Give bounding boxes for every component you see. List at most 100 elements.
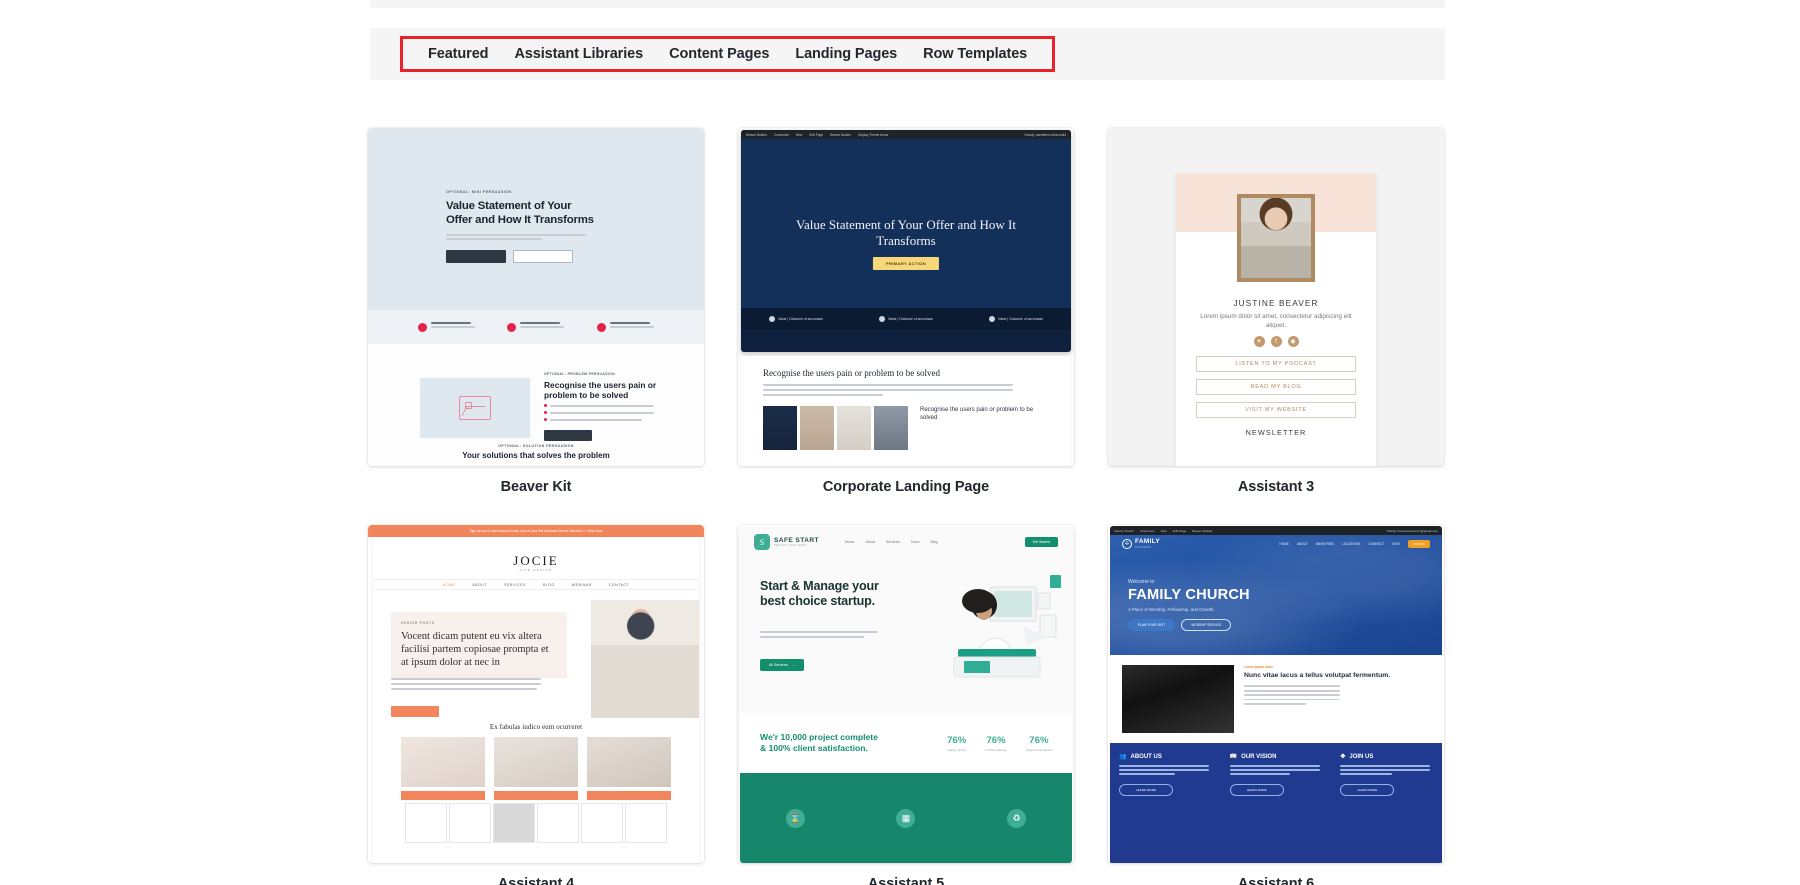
nav-item-blog: Blog [930, 540, 938, 544]
nav-item-blog: BLOG [542, 582, 555, 587]
template-picker-page: Featured Assistant Libraries Content Pag… [0, 0, 1800, 885]
preview-root: S SAFE START HEALTHY SAFE WORK Home Abou… [738, 525, 1074, 863]
preview-nav: HOME ABOUT SERVICES BLOG WEBINAR CONTACT [373, 579, 699, 590]
arrow-icon: → [791, 663, 796, 667]
preview-hero: SENIOR PHOTO Vocent dicam putent eu vix … [373, 590, 699, 718]
tab-content-pages[interactable]: Content Pages [656, 39, 782, 69]
preview-sheet: JOCIE SITE DESIGN HOME ABOUT SERVICES BL… [373, 537, 699, 863]
admin-bar-item: Beaver Builder [1192, 528, 1213, 533]
shield-icon: ♻ [1007, 808, 1027, 828]
gallery-image [837, 406, 871, 450]
template-grid: OPTIONAL: MINI PERSUASION Value Statemen… [368, 128, 1448, 885]
preview-subtext [446, 234, 596, 241]
preview-cta-button [544, 430, 592, 441]
preview-body: OPTIONAL: PROBLEM PERSUASION Recognise t… [368, 344, 704, 466]
stat-label: Projects Completed [1025, 747, 1052, 752]
nav-item-give: GIVE [1392, 542, 1400, 546]
template-card-assistant-4[interactable]: Sign up now & claim discount code now on… [368, 525, 704, 885]
preview-list-item [544, 404, 662, 407]
preview-browser-frame: Beaver Builder Customize New Edit Page B… [741, 130, 1071, 352]
tab-row-templates[interactable]: Row Templates [910, 39, 1040, 69]
section-eyebrow: Lorem ipsum dolor [1244, 665, 1273, 669]
template-card-assistant-3[interactable]: JUSTINE BEAVER Lorem ipsum dolor sit ame… [1108, 128, 1444, 519]
admin-bar-user: Howdy, themeforesxxxxx@gmail.com [1386, 528, 1438, 533]
stat-item: 76% Projects Completed [1026, 735, 1052, 752]
preview-section-headline: Recognise the users pain or problem to b… [544, 380, 657, 400]
tab-landing-pages[interactable]: Landing Pages [782, 39, 910, 69]
preview-strip-item: Value | Outcome of accumsan [878, 316, 934, 322]
grid-cell [537, 803, 579, 843]
admin-bar-left: Beaver Builder Customize New Edit Page B… [746, 133, 888, 137]
preview-list-item [544, 411, 662, 414]
preview-body-text [760, 631, 880, 638]
template-card-corporate-landing-page[interactable]: Beaver Builder Customize New Edit Page B… [738, 128, 1074, 519]
preview-hero-panel: SENIOR PHOTO Vocent dicam putent eu vix … [391, 612, 567, 678]
stat-label: Positive Ratings [985, 747, 1007, 752]
admin-bar-right: Howdy, userfdemo.boss.build [1024, 133, 1066, 137]
grid-cell [625, 803, 667, 843]
stat-item: 76% Positive Ratings [985, 735, 1007, 752]
preview-logo-sub: SITE DESIGN [519, 568, 553, 572]
template-category-tabs: Featured Assistant Libraries Content Pag… [400, 36, 1056, 72]
preview-body: Recognise the users pain or problem to b… [741, 356, 1071, 466]
announcement-text: Sign up now & claim discount code now on… [469, 529, 603, 533]
tab-featured[interactable]: Featured [415, 39, 501, 69]
card-image [494, 737, 578, 787]
column-button: LEARN MORE [1340, 783, 1395, 796]
admin-bar-item: Customize [773, 132, 789, 137]
tab-assistant-libraries[interactable]: Assistant Libraries [501, 39, 656, 69]
nav-item-home: Home [844, 540, 855, 544]
admin-bar-item: Beaver Builder [746, 132, 767, 137]
preview-headline: Value Statement of Your Offer and How It… [446, 200, 594, 226]
admin-bar-item: Family Church [1114, 528, 1134, 533]
nav-item-services: Services [885, 540, 900, 544]
wp-admin-bar: Beaver Builder Customize New Edit Page B… [741, 130, 1071, 139]
template-card-beaver-kit[interactable]: OPTIONAL: MINI PERSUASION Value Statemen… [368, 128, 704, 519]
card-label-bar [494, 791, 578, 800]
strip-item-label: Value | Outcome of accumsan [887, 317, 934, 321]
card-label-bar [587, 791, 671, 800]
preview-newsletter-heading: NEWSLETTER [1245, 428, 1307, 437]
preview-card [401, 737, 485, 800]
preview-headline: Start & Manage your best choice startup. [760, 579, 879, 608]
admin-bar-item: New [795, 132, 803, 137]
column-title: ABOUT US [1130, 753, 1162, 760]
preview-hero-buttons: PLAN YOUR VISIT WORSHIP SERVICE [1128, 619, 1232, 631]
safe-start-logo-icon: S [754, 534, 770, 550]
preview-image-placeholder [420, 378, 530, 438]
gallery-image [763, 406, 797, 450]
grid-cell [493, 803, 535, 843]
template-label: Assistant 5 [867, 876, 945, 885]
preview-root: Family Church Customize New Edit Page Be… [1108, 525, 1444, 863]
logo-subtext: HEALTHY SAFE WORK [774, 544, 807, 547]
preview-headline: FAMILY CHURCH [1128, 587, 1250, 603]
workspace-illustration-svg [953, 575, 1061, 678]
preview-hero: OPTIONAL: MINI PERSUASION Value Statemen… [368, 128, 704, 310]
nav-item-webinar: WEBINAR [571, 582, 592, 587]
preview-nav-button: Get Started [1024, 537, 1058, 547]
check-icon [596, 323, 606, 332]
card-label-bar [401, 791, 485, 800]
template-thumbnail[interactable]: Sign up now & claim discount code now on… [368, 525, 704, 863]
template-thumbnail[interactable]: Beaver Builder Customize New Edit Page B… [738, 128, 1074, 466]
preview-subheadline: A Place of Worship, Fellowship, and Grow… [1128, 607, 1215, 612]
admin-bar-item: Beaver Builder [830, 132, 852, 137]
preview-cta-button: All Services → [760, 659, 805, 671]
nav-item-ministries: MINISTRIES [1315, 542, 1335, 546]
card-image [401, 737, 485, 787]
nav-item-home: HOME [442, 582, 456, 587]
template-thumbnail[interactable]: OPTIONAL: MINI PERSUASION Value Statemen… [368, 128, 704, 466]
preview-feature-item [596, 322, 654, 332]
template-thumbnail[interactable]: Family Church Customize New Edit Page Be… [1108, 525, 1444, 863]
preview-section-headline: Ex fabulas iudico eum ocurreret [489, 723, 583, 731]
preview-hero-content: OPTIONAL: MINI PERSUASION Value Statemen… [446, 190, 596, 264]
preview-welcome-text: Welcome to [1128, 579, 1155, 585]
template-card-assistant-5[interactable]: S SAFE START HEALTHY SAFE WORK Home Abou… [738, 525, 1074, 885]
template-thumbnail[interactable]: S SAFE START HEALTHY SAFE WORK Home Abou… [738, 525, 1074, 863]
preview-bottom-grid [405, 803, 667, 843]
template-card-assistant-6[interactable]: Family Church Customize New Edit Page Be… [1108, 525, 1444, 885]
nav-item-home: HOME [1279, 542, 1289, 546]
template-thumbnail[interactable]: JUSTINE BEAVER Lorem ipsum dolor sit ame… [1108, 128, 1444, 466]
nav-item-locations: LOCATIONS [1342, 542, 1361, 546]
template-label: Corporate Landing Page [822, 479, 990, 495]
